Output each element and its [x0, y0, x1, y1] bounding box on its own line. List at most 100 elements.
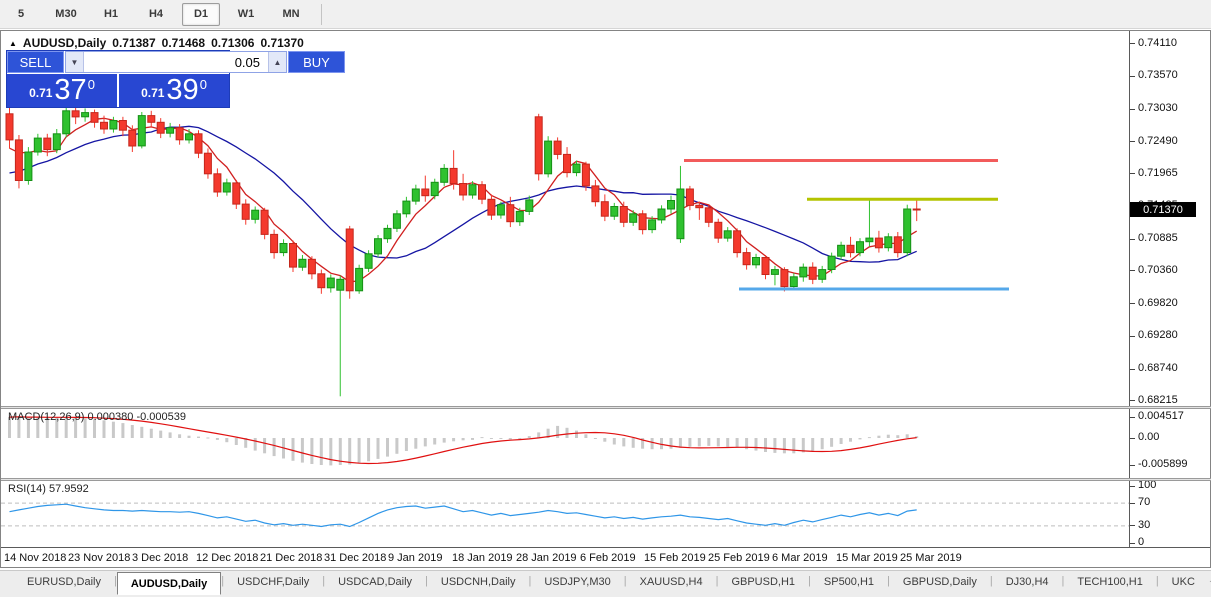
- chart-tab-gbpusd-daily[interactable]: GBPUSD,Daily: [890, 572, 990, 592]
- sell-price-display[interactable]: 0.71 37 0: [7, 74, 117, 107]
- chart-tab-usdjpy-m30[interactable]: USDJPY,M30: [531, 572, 623, 592]
- candle-bear: [147, 115, 156, 123]
- candle-bull: [279, 243, 288, 254]
- candle-bull: [865, 237, 874, 243]
- rsi-tick-label-tick: [1130, 502, 1135, 504]
- candle-bear: [733, 230, 742, 254]
- rsi-tick-label: 70: [1138, 496, 1151, 509]
- candle-bull: [752, 257, 760, 266]
- macd-tick-label: -0.005899: [1138, 458, 1188, 471]
- candle-bear: [128, 129, 137, 147]
- current-price-badge: 0.71370: [1130, 202, 1196, 218]
- volume-decrease-icon[interactable]: ▼: [66, 52, 84, 72]
- chart-tabs-bar: EURUSD,Daily | AUDUSD,Daily | USDCHF,Daily | U…: [0, 570, 1211, 597]
- candle-bull: [392, 213, 401, 229]
- macd-signal-value: -0.000539: [136, 411, 186, 423]
- price-tick-label-tick: [1130, 400, 1135, 402]
- chart-tab-usdcnh-daily[interactable]: USDCNH,Daily: [428, 572, 529, 592]
- chart-tab-usdchf-daily[interactable]: USDCHF,Daily: [224, 572, 322, 592]
- candle-bull: [468, 184, 477, 196]
- candle-bear: [506, 204, 515, 223]
- rsi-name: RSI(14): [8, 483, 46, 495]
- buy-price-display[interactable]: 0.71 39 0: [119, 74, 229, 107]
- collapse-triangle-icon[interactable]: ▲: [9, 39, 17, 48]
- time-axis-label: 6 Feb 2019: [580, 552, 636, 564]
- candle-bear: [118, 120, 127, 131]
- rsi-line: [9, 503, 917, 528]
- candle-bull: [430, 181, 439, 197]
- macd-tick-label-tick: [1130, 464, 1135, 466]
- timeframe-button-5[interactable]: 5: [2, 3, 40, 26]
- chart-window: ▲ AUDUSD,Daily 0.71387 0.71468 0.71306 0…: [0, 30, 1211, 568]
- candle-bull: [676, 188, 685, 240]
- price-tick-label: 0.73570: [1138, 69, 1178, 82]
- candle-bear: [553, 140, 562, 155]
- price-tick-label: 0.73030: [1138, 102, 1178, 114]
- rsi-canvas[interactable]: [1, 481, 1129, 547]
- candle-bull: [298, 258, 307, 268]
- candle-bear: [619, 206, 628, 223]
- chart-tab-audusd-daily[interactable]: AUDUSD,Daily: [116, 572, 222, 595]
- time-axis-label: 6 Mar 2019: [772, 552, 828, 564]
- chart-tab-usdcad-daily[interactable]: USDCAD,Daily: [325, 572, 425, 592]
- buy-button[interactable]: BUY: [288, 51, 345, 73]
- candle-bear: [600, 201, 609, 217]
- chart-tab-sp500-h1[interactable]: SP500,H1: [811, 572, 887, 592]
- timeframe-button-w1[interactable]: W1: [227, 3, 265, 26]
- sell-price-pips: 37: [54, 74, 87, 106]
- timeframe-button-h4[interactable]: H4: [137, 3, 175, 26]
- price-tick-label-tick: [1130, 270, 1135, 272]
- chart-tab-tech100-h1[interactable]: TECH100,H1: [1064, 572, 1155, 592]
- macd-tick-label: 0.00: [1138, 431, 1160, 443]
- timeframe-button-d1[interactable]: D1: [182, 2, 220, 26]
- candle-bull: [166, 127, 175, 134]
- macd-name: MACD(12,26,9): [8, 411, 85, 423]
- time-axis-label: 18 Jan 2019: [452, 552, 513, 564]
- volume-increase-icon[interactable]: ▲: [268, 52, 286, 72]
- rsi-label: RSI(14) 57.9592: [8, 483, 89, 495]
- time-axis-label: 25 Mar 2019: [900, 552, 962, 564]
- candle-bull: [884, 236, 893, 249]
- price-tick-label: 0.72490: [1138, 134, 1178, 147]
- price-tick-label-tick: [1130, 303, 1135, 304]
- macd-main-value: 0.000380: [87, 411, 134, 423]
- timeframe-button-m30[interactable]: M30: [47, 3, 85, 26]
- chart-tab-gbpusd-h1[interactable]: GBPUSD,H1: [718, 572, 808, 592]
- buy-price-point: 0: [199, 77, 207, 92]
- candle-bull: [818, 269, 827, 280]
- timeframe-button-mn[interactable]: MN: [272, 3, 310, 26]
- pane-splitter-rsi[interactable]: [1, 478, 1211, 481]
- time-axis-label: 3 Dec 2018: [132, 552, 189, 564]
- candle-bear: [5, 113, 14, 141]
- candle-bear: [203, 152, 212, 175]
- sell-button[interactable]: SELL: [7, 51, 64, 73]
- rsi-tick-label-tick: [1130, 525, 1135, 527]
- volume-input[interactable]: [84, 52, 268, 72]
- candle-bull: [81, 112, 90, 118]
- candle-bear: [478, 184, 486, 200]
- price-tick-label-tick: [1130, 75, 1135, 77]
- timeframe-button-h1[interactable]: H1: [92, 3, 130, 26]
- candle-bear: [714, 221, 723, 239]
- timeframe-toolbar: 5 M30 H1 H4 D1 W1 MN: [0, 0, 1211, 29]
- chart-tab-dj30-h4[interactable]: DJ30,H4: [993, 572, 1062, 592]
- chart-tab-xauusd-h4[interactable]: XAUUSD,H4: [627, 572, 716, 592]
- price-tick-label: 0.70360: [1138, 263, 1178, 276]
- candle-bear: [534, 116, 543, 175]
- time-axis-label: 12 Dec 2018: [196, 552, 259, 564]
- candle-bull: [52, 133, 61, 151]
- price-tick-label: 0.71965: [1138, 166, 1178, 179]
- chart-tab-ukc[interactable]: UKC: [1159, 572, 1208, 592]
- pane-splitter-macd[interactable]: [1, 406, 1211, 409]
- candle-bull: [411, 188, 420, 202]
- candle-bear: [71, 110, 80, 118]
- candle-bull: [440, 167, 449, 183]
- chart-tab-eurusd-daily[interactable]: EURUSD,Daily: [14, 572, 114, 592]
- candle-bear: [563, 153, 571, 174]
- candle-bear: [317, 273, 326, 289]
- candle-bear: [487, 198, 496, 216]
- rsi-tick-label-tick: [1130, 485, 1135, 487]
- candle-bull: [109, 120, 118, 130]
- candle-bull: [33, 137, 42, 153]
- sell-price-point: 0: [87, 77, 95, 92]
